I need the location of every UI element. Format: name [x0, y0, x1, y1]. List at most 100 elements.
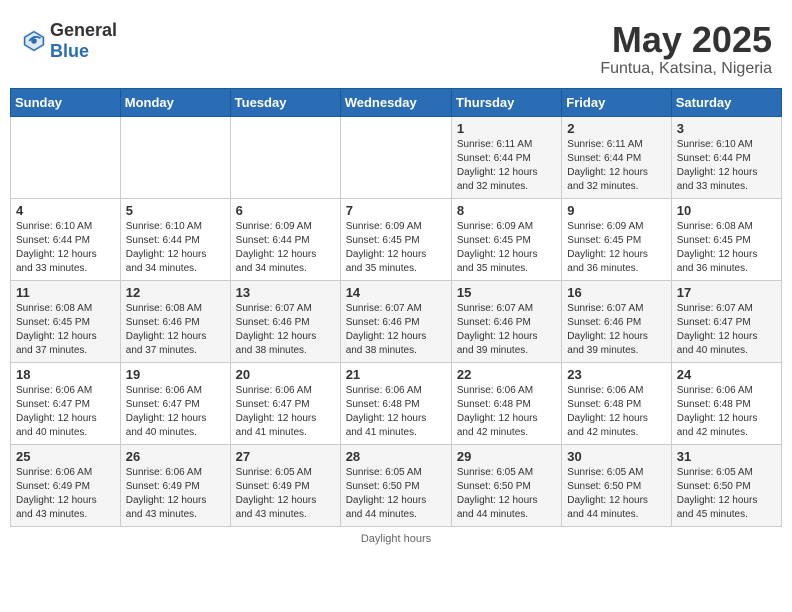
calendar-cell: 3 Sunrise: 6:10 AM Sunset: 6:44 PM Daylig…	[671, 116, 781, 198]
calendar-week-row: 1 Sunrise: 6:11 AM Sunset: 6:44 PM Daylig…	[11, 116, 782, 198]
day-info: Sunrise: 6:06 AM Sunset: 6:48 PM Dayligh…	[677, 384, 776, 440]
calendar-cell: 16 Sunrise: 6:07 AM Sunset: 6:46 PM Dayli…	[562, 280, 671, 362]
calendar-cell: 6 Sunrise: 6:09 AM Sunset: 6:44 PM Daylig…	[230, 198, 340, 280]
month-title: May 2025	[600, 20, 772, 60]
day-number: 13	[236, 285, 335, 300]
day-info: Sunrise: 6:09 AM Sunset: 6:45 PM Dayligh…	[457, 220, 556, 276]
calendar-cell: 29Sunrise: 6:05 AM Sunset: 6:50 PM Dayli…	[451, 444, 561, 526]
day-info: Sunrise: 6:07 AM Sunset: 6:46 PM Dayligh…	[457, 302, 556, 358]
day-number: 5	[126, 203, 225, 218]
calendar-cell: 2Sunrise: 6:11 AM Sunset: 6:44 PM Daylig…	[562, 116, 671, 198]
calendar-cell: 22 Sunrise: 6:06 AM Sunset: 6:48 PM Dayli…	[451, 362, 561, 444]
calendar-cell: 15 Sunrise: 6:07 AM Sunset: 6:46 PM Dayli…	[451, 280, 561, 362]
calendar-cell: 25 Sunrise: 6:06 AM Sunset: 6:49 PM Dayli…	[11, 444, 121, 526]
day-info: Sunrise: 6:11 AM Sunset: 6:44 PM Dayligh…	[457, 138, 556, 194]
calendar-cell: 20 Sunrise: 6:06 AM Sunset: 6:47 PM Dayli…	[230, 362, 340, 444]
day-info: Sunrise: 6:07 AM Sunset: 6:46 PM Dayligh…	[346, 302, 446, 358]
calendar-cell: 12Sunrise: 6:08 AM Sunset: 6:46 PM Dayli…	[120, 280, 230, 362]
day-number: 18	[16, 367, 115, 382]
day-number: 20	[236, 367, 335, 382]
calendar-cell: 17 Sunrise: 6:07 AM Sunset: 6:47 PM Dayli…	[671, 280, 781, 362]
day-info: Sunrise: 6:08 AM Sunset: 6:45 PM Dayligh…	[16, 302, 115, 358]
logo: General Blue	[20, 20, 117, 62]
calendar-cell	[120, 116, 230, 198]
day-number: 29	[457, 449, 556, 464]
day-of-week-header: Thursday	[451, 88, 561, 116]
day-number: 7	[346, 203, 446, 218]
day-info: Sunrise: 6:08 AM Sunset: 6:45 PM Dayligh…	[677, 220, 776, 276]
day-number: 28	[346, 449, 446, 464]
day-info: Sunrise: 6:10 AM Sunset: 6:44 PM Dayligh…	[126, 220, 225, 276]
calendar-cell: 30Sunrise: 6:05 AM Sunset: 6:50 PM Dayli…	[562, 444, 671, 526]
day-number: 6	[236, 203, 335, 218]
day-info: Sunrise: 6:07 AM Sunset: 6:46 PM Dayligh…	[567, 302, 665, 358]
day-number: 8	[457, 203, 556, 218]
day-number: 31	[677, 449, 776, 464]
calendar-cell: 8 Sunrise: 6:09 AM Sunset: 6:45 PM Daylig…	[451, 198, 561, 280]
title-section: May 2025 Funtua, Katsina, Nigeria	[600, 20, 772, 78]
day-info: Sunrise: 6:11 AM Sunset: 6:44 PM Dayligh…	[567, 138, 665, 194]
day-number: 22	[457, 367, 556, 382]
day-info: Sunrise: 6:08 AM Sunset: 6:46 PM Dayligh…	[126, 302, 225, 358]
page-header: General Blue May 2025 Funtua, Katsina, N…	[10, 10, 782, 83]
day-info: Sunrise: 6:10 AM Sunset: 6:44 PM Dayligh…	[677, 138, 776, 194]
day-info: Sunrise: 6:06 AM Sunset: 6:47 PM Dayligh…	[126, 384, 225, 440]
day-number: 19	[126, 367, 225, 382]
day-number: 26	[126, 449, 225, 464]
calendar-cell	[11, 116, 121, 198]
day-info: Sunrise: 6:06 AM Sunset: 6:49 PM Dayligh…	[16, 466, 115, 522]
day-number: 27	[236, 449, 335, 464]
calendar-cell: 19 Sunrise: 6:06 AM Sunset: 6:47 PM Dayli…	[120, 362, 230, 444]
day-number: 30	[567, 449, 665, 464]
day-info: Sunrise: 6:07 AM Sunset: 6:46 PM Dayligh…	[236, 302, 335, 358]
day-number: 4	[16, 203, 115, 218]
day-of-week-header: Monday	[120, 88, 230, 116]
day-info: Sunrise: 6:06 AM Sunset: 6:47 PM Dayligh…	[16, 384, 115, 440]
calendar-cell	[230, 116, 340, 198]
logo-icon	[20, 27, 48, 55]
day-number: 3	[677, 121, 776, 136]
calendar-header-row: SundayMondayTuesdayWednesdayThursdayFrid…	[11, 88, 782, 116]
footer-note: Daylight hours	[10, 533, 782, 545]
day-info: Sunrise: 6:05 AM Sunset: 6:50 PM Dayligh…	[677, 466, 776, 522]
day-number: 24	[677, 367, 776, 382]
day-of-week-header: Sunday	[11, 88, 121, 116]
day-number: 15	[457, 285, 556, 300]
calendar-cell: 10 Sunrise: 6:08 AM Sunset: 6:45 PM Dayli…	[671, 198, 781, 280]
logo-blue-text: Blue	[50, 41, 89, 61]
calendar-cell: 28Sunrise: 6:05 AM Sunset: 6:50 PM Dayli…	[340, 444, 451, 526]
calendar-week-row: 11Sunrise: 6:08 AM Sunset: 6:45 PM Dayli…	[11, 280, 782, 362]
calendar-cell: 4 Sunrise: 6:10 AM Sunset: 6:44 PM Daylig…	[11, 198, 121, 280]
day-info: Sunrise: 6:06 AM Sunset: 6:47 PM Dayligh…	[236, 384, 335, 440]
day-number: 10	[677, 203, 776, 218]
location-title: Funtua, Katsina, Nigeria	[600, 60, 772, 78]
calendar-week-row: 25 Sunrise: 6:06 AM Sunset: 6:49 PM Dayli…	[11, 444, 782, 526]
day-number: 17	[677, 285, 776, 300]
day-info: Sunrise: 6:09 AM Sunset: 6:45 PM Dayligh…	[346, 220, 446, 276]
day-info: Sunrise: 6:10 AM Sunset: 6:44 PM Dayligh…	[16, 220, 115, 276]
calendar-cell: 1 Sunrise: 6:11 AM Sunset: 6:44 PM Daylig…	[451, 116, 561, 198]
day-number: 16	[567, 285, 665, 300]
day-info: Sunrise: 6:07 AM Sunset: 6:47 PM Dayligh…	[677, 302, 776, 358]
day-number: 14	[346, 285, 446, 300]
day-number: 1	[457, 121, 556, 136]
day-number: 23	[567, 367, 665, 382]
calendar-cell: 23 Sunrise: 6:06 AM Sunset: 6:48 PM Dayli…	[562, 362, 671, 444]
day-number: 25	[16, 449, 115, 464]
day-info: Sunrise: 6:09 AM Sunset: 6:44 PM Dayligh…	[236, 220, 335, 276]
calendar-cell: 18 Sunrise: 6:06 AM Sunset: 6:47 PM Dayli…	[11, 362, 121, 444]
day-of-week-header: Wednesday	[340, 88, 451, 116]
calendar-cell: 21Sunrise: 6:06 AM Sunset: 6:48 PM Dayli…	[340, 362, 451, 444]
calendar-week-row: 4 Sunrise: 6:10 AM Sunset: 6:44 PM Daylig…	[11, 198, 782, 280]
calendar-cell: 14 Sunrise: 6:07 AM Sunset: 6:46 PM Dayli…	[340, 280, 451, 362]
day-of-week-header: Saturday	[671, 88, 781, 116]
day-info: Sunrise: 6:06 AM Sunset: 6:48 PM Dayligh…	[567, 384, 665, 440]
day-info: Sunrise: 6:06 AM Sunset: 6:49 PM Dayligh…	[126, 466, 225, 522]
calendar-cell: 24 Sunrise: 6:06 AM Sunset: 6:48 PM Dayli…	[671, 362, 781, 444]
day-of-week-header: Tuesday	[230, 88, 340, 116]
day-info: Sunrise: 6:06 AM Sunset: 6:48 PM Dayligh…	[457, 384, 556, 440]
calendar-week-row: 18 Sunrise: 6:06 AM Sunset: 6:47 PM Dayli…	[11, 362, 782, 444]
calendar-cell: 9Sunrise: 6:09 AM Sunset: 6:45 PM Daylig…	[562, 198, 671, 280]
calendar-cell: 27Sunrise: 6:05 AM Sunset: 6:49 PM Dayli…	[230, 444, 340, 526]
calendar-cell: 13 Sunrise: 6:07 AM Sunset: 6:46 PM Dayli…	[230, 280, 340, 362]
